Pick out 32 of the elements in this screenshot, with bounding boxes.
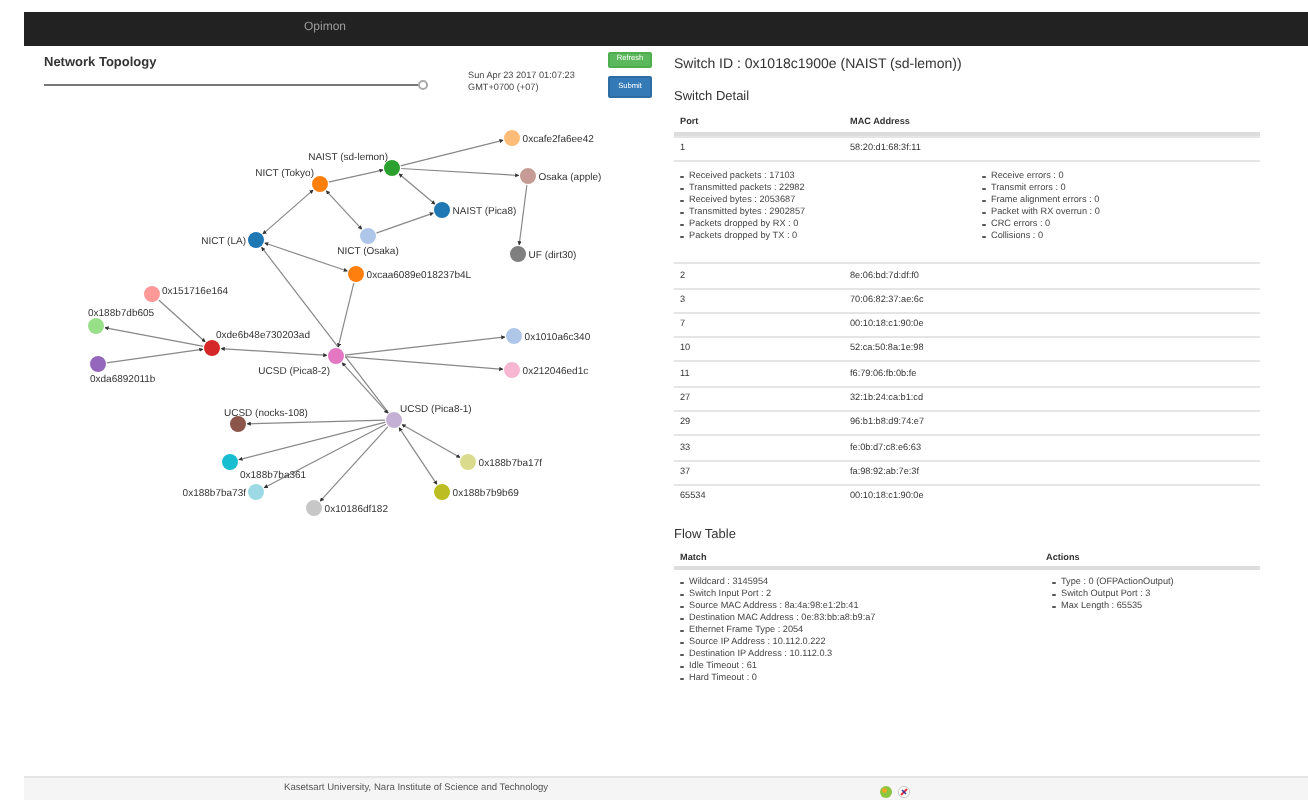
switch-node[interactable] bbox=[246, 230, 266, 250]
switch-node[interactable] bbox=[432, 200, 452, 220]
switch-node[interactable] bbox=[304, 498, 324, 518]
switch-node[interactable] bbox=[504, 326, 524, 346]
slider-thumb[interactable] bbox=[418, 80, 428, 90]
switch-node[interactable] bbox=[220, 452, 240, 472]
edge-arrow bbox=[325, 189, 363, 231]
edge-arrow bbox=[105, 347, 205, 364]
edge-arrow bbox=[517, 183, 528, 247]
switch-node[interactable] bbox=[228, 414, 248, 434]
switch-node[interactable] bbox=[142, 284, 162, 304]
switch-node[interactable] bbox=[458, 452, 478, 472]
edge-arrow bbox=[327, 168, 385, 183]
switch-node[interactable] bbox=[384, 410, 404, 430]
switch-node[interactable] bbox=[86, 316, 106, 336]
switch-node[interactable] bbox=[502, 360, 522, 380]
switch-node[interactable] bbox=[326, 346, 346, 366]
switch-node[interactable] bbox=[246, 482, 266, 502]
edge-arrow bbox=[261, 189, 315, 235]
switch-node[interactable] bbox=[202, 338, 222, 358]
edge-arrow bbox=[375, 212, 435, 234]
switch-node[interactable] bbox=[432, 482, 452, 502]
switch-node[interactable] bbox=[518, 166, 538, 186]
globe-icon bbox=[880, 786, 893, 798]
switch-node[interactable] bbox=[502, 128, 522, 148]
switch-node[interactable] bbox=[88, 354, 108, 374]
switch-node[interactable] bbox=[310, 174, 330, 194]
time-slider[interactable] bbox=[44, 80, 428, 90]
switch-node[interactable] bbox=[346, 264, 366, 284]
switch-node[interactable] bbox=[382, 158, 402, 178]
switch-node[interactable] bbox=[358, 226, 378, 246]
switch-node[interactable] bbox=[508, 244, 528, 264]
